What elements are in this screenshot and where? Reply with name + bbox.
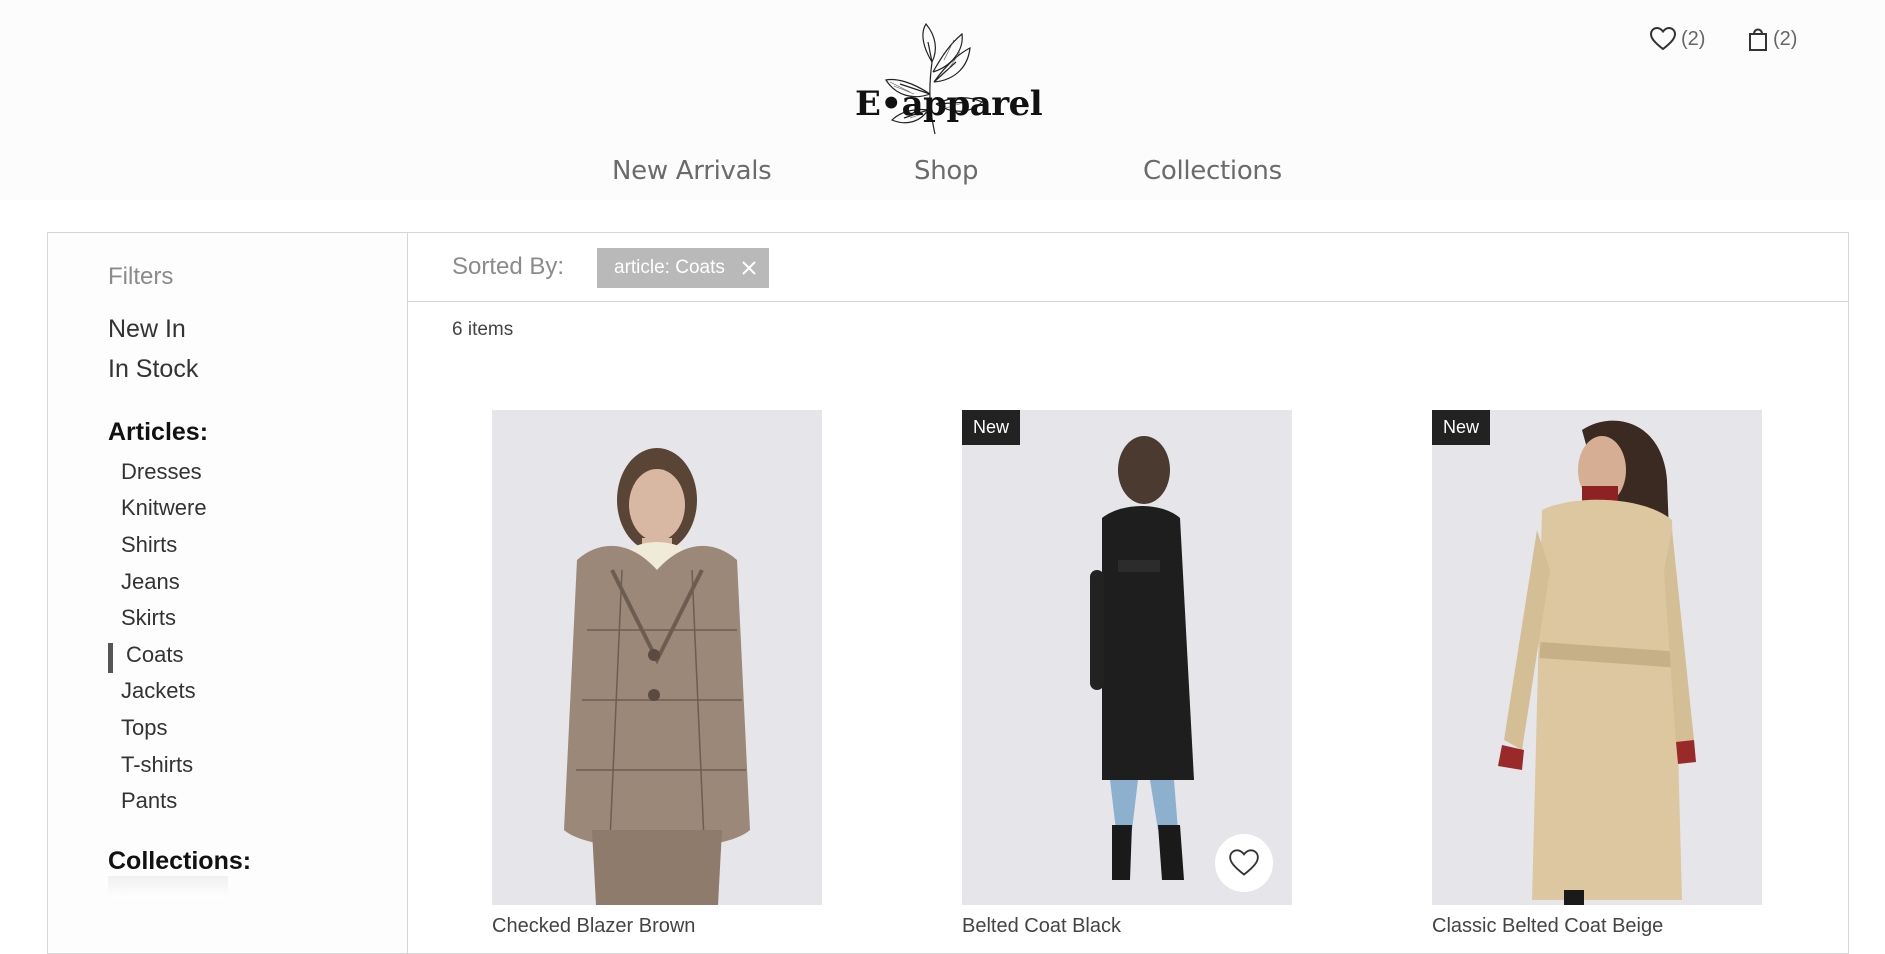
site-header: E•apparel (2) (2) New Arrivals Shop Coll… <box>0 0 1885 200</box>
nav-collections[interactable]: Collections <box>1143 156 1282 186</box>
article-skirts[interactable]: Skirts <box>121 605 176 631</box>
product-image[interactable]: New <box>962 410 1292 905</box>
wishlist-count: (2) <box>1681 27 1706 50</box>
items-count: 6 items <box>452 319 514 340</box>
article-dresses[interactable]: Dresses <box>121 459 202 485</box>
collections-fade <box>108 876 228 898</box>
product-image[interactable] <box>492 410 822 905</box>
article-coats[interactable]: Coats <box>126 642 183 668</box>
active-filter-chip[interactable]: article: Coats <box>597 248 769 288</box>
heart-icon <box>1650 27 1676 51</box>
catalog-panel: Filters New In In Stock Articles: Dresse… <box>47 232 1849 954</box>
brand-wordmark: E•apparel <box>855 84 1043 124</box>
sorted-by-label: Sorted By: <box>452 253 565 280</box>
filter-sidebar: Filters New In In Stock Articles: Dresse… <box>48 233 408 953</box>
active-indicator <box>108 643 113 673</box>
brand-logo[interactable]: E•apparel <box>855 22 1043 140</box>
close-icon[interactable] <box>741 260 757 276</box>
article-t-shirts[interactable]: T-shirts <box>121 752 193 778</box>
sort-bar: Sorted By: article: Coats <box>408 233 1848 302</box>
product-card[interactable]: New Belted Coat Black <box>962 410 1292 937</box>
article-tops[interactable]: Tops <box>121 715 167 741</box>
filter-in-stock[interactable]: In Stock <box>108 355 198 384</box>
nav-shop[interactable]: Shop <box>914 156 979 186</box>
collections-heading: Collections: <box>108 847 252 875</box>
articles-heading: Articles: <box>108 418 209 446</box>
filters-title: Filters <box>108 263 174 290</box>
cart-button[interactable]: (2) <box>1748 26 1797 52</box>
article-jackets[interactable]: Jackets <box>121 678 196 704</box>
product-image[interactable]: New <box>1432 410 1762 905</box>
article-knitwere[interactable]: Knitwere <box>121 495 207 521</box>
article-jeans[interactable]: Jeans <box>121 569 180 595</box>
wishlist-button[interactable]: (2) <box>1650 26 1705 52</box>
new-badge: New <box>1432 410 1491 445</box>
heart-icon <box>1229 849 1259 876</box>
article-pants[interactable]: Pants <box>121 788 177 814</box>
nav-new-arrivals[interactable]: New Arrivals <box>612 156 772 186</box>
article-shirts[interactable]: Shirts <box>121 532 177 558</box>
new-badge: New <box>962 410 1021 445</box>
filter-new-in[interactable]: New In <box>108 315 186 344</box>
product-card[interactable]: New Classic Belted Coat Beige <box>1432 410 1762 937</box>
favorite-button[interactable] <box>1215 834 1273 892</box>
chip-label: article: Coats <box>614 257 725 278</box>
shopping-bag-icon <box>1749 28 1767 51</box>
cart-count: (2) <box>1773 27 1798 50</box>
product-card[interactable]: Checked Blazer Brown <box>492 410 822 937</box>
